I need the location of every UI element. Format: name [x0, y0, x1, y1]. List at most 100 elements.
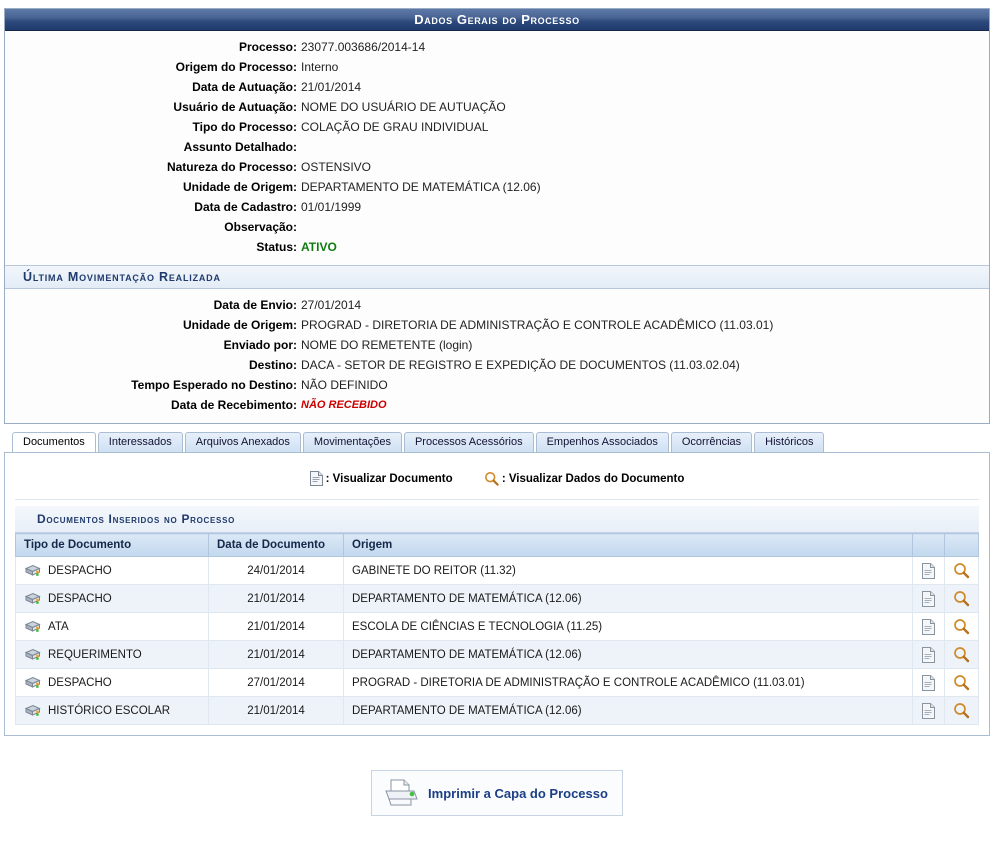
view-document-icon[interactable]: [922, 562, 935, 579]
view-document-data-icon[interactable]: [953, 618, 970, 635]
view-document-icon[interactable]: [922, 618, 935, 635]
action-view-document[interactable]: [912, 668, 945, 697]
general-data-value: 21/01/2014: [301, 80, 362, 94]
cell-tipo-documento-label: REQUERIMENTO: [48, 648, 142, 661]
general-data-label: Tipo do Processo:: [192, 120, 297, 134]
cell-tipo-documento: REQUERIMENTO: [15, 640, 209, 669]
scanner-icon: [24, 704, 41, 718]
cell-tipo-documento-label: ATA: [48, 620, 69, 633]
general-data-row: Observação:: [5, 217, 989, 237]
last-movement-value: PROGRAD - DIRETORIA DE ADMINISTRAÇÃO E C…: [301, 318, 774, 332]
magnifier-icon: [484, 471, 499, 486]
general-data-row: Processo: 23077.003686/2014-14: [5, 37, 989, 57]
general-data-label: Data de Autuação:: [192, 80, 297, 94]
tab-ocorrências[interactable]: Ocorrências: [670, 432, 753, 452]
action-view-document[interactable]: [912, 556, 945, 585]
last-movement-label: Destino:: [249, 358, 297, 372]
general-data-row: Origem do Processo: Interno: [5, 57, 989, 77]
general-data-row: Usuário de Autuação: NOME DO USUÁRIO DE A…: [5, 97, 989, 117]
general-data-label: Origem do Processo:: [175, 60, 297, 74]
column-header-view-doc: [912, 533, 945, 557]
scanner-icon: [24, 564, 41, 578]
table-row: DESPACHO 24/01/2014 GABINETE DO REITOR (11…: [15, 556, 979, 585]
view-document-icon[interactable]: [922, 674, 935, 691]
tab-panel-documentos: : Visualizar Documento : Visualizar Dado…: [4, 452, 990, 736]
cell-data-documento: 21/01/2014: [208, 640, 344, 669]
cell-tipo-documento: ATA: [15, 612, 209, 641]
view-document-icon[interactable]: [922, 646, 935, 663]
action-view-document[interactable]: [912, 584, 945, 613]
cell-data-documento: 21/01/2014: [208, 696, 344, 725]
last-movement-list: Data de Envio: 27/01/2014 Unidade de Orige…: [5, 289, 989, 423]
column-header-origem: Origem: [343, 533, 913, 557]
cell-origem: ESCOLA DE CIÊNCIAS E TECNOLOGIA (11.25): [343, 612, 913, 641]
tab-bar: Documentos Interessados Arquivos Anexados M…: [4, 432, 990, 452]
page-title: Dados Gerais do Processo: [5, 9, 989, 31]
cell-data-documento: 21/01/2014: [208, 584, 344, 613]
view-document-data-icon[interactable]: [953, 646, 970, 663]
cell-tipo-documento-label: DESPACHO: [48, 592, 112, 605]
tab-arquivos-anexados[interactable]: Arquivos Anexados: [184, 432, 301, 452]
last-movement-row: Destino: DACA - SETOR DE REGISTRO E EXPED…: [5, 355, 989, 375]
general-data-label: Unidade de Origem:: [182, 180, 297, 194]
legend-view-document: : Visualizar Documento: [309, 471, 453, 486]
tab-empenhos-associados[interactable]: Empenhos Associados: [535, 432, 669, 452]
general-data-value: 23077.003686/2014-14: [301, 40, 426, 54]
printer-icon: [382, 778, 418, 808]
action-view-document[interactable]: [912, 640, 945, 669]
view-document-icon[interactable]: [922, 702, 935, 719]
last-movement-label: Tempo Esperado no Destino:: [131, 378, 297, 392]
action-view-document[interactable]: [912, 696, 945, 725]
view-document-data-icon[interactable]: [953, 590, 970, 607]
tab-históricos[interactable]: Históricos: [754, 432, 825, 452]
action-view-document-data[interactable]: [944, 668, 979, 697]
print-cover-button[interactable]: Imprimir a Capa do Processo: [371, 770, 623, 816]
action-view-document-data[interactable]: [944, 696, 979, 725]
tab-processos-acessórios[interactable]: Processos Acessórios: [403, 432, 534, 452]
last-movement-value: DACA - SETOR DE REGISTRO E EXPEDIÇÃO DE …: [301, 358, 740, 372]
general-data-label: Usuário de Autuação:: [173, 100, 297, 114]
general-data-label: Processo:: [238, 40, 297, 54]
action-view-document-data[interactable]: [944, 640, 979, 669]
documents-section-title: Documentos Inseridos no Processo: [15, 506, 979, 533]
column-header-view-data: [944, 533, 979, 557]
view-document-data-icon[interactable]: [953, 702, 970, 719]
general-data-list: Processo: 23077.003686/2014-14 Origem do P…: [5, 31, 989, 265]
cell-data-documento: 24/01/2014: [208, 556, 344, 585]
general-data-value: 01/01/1999: [301, 200, 362, 214]
legend-view-document-label: : Visualizar Documento: [325, 472, 453, 485]
general-data-panel: Dados Gerais do Processo Processo: 23077.…: [4, 8, 990, 424]
tab-list: Documentos Interessados Arquivos Anexados M…: [4, 432, 990, 452]
cell-origem: PROGRAD - DIRETORIA DE ADMINISTRAÇÃO E C…: [343, 668, 913, 697]
print-cover-row: Imprimir a Capa do Processo: [0, 770, 994, 816]
general-data-row: Unidade de Origem: DEPARTAMENTO DE MATEMÁ…: [5, 177, 989, 197]
tab-interessados[interactable]: Interessados: [97, 432, 183, 452]
last-movement-value: 27/01/2014: [301, 298, 362, 312]
general-data-row: Natureza do Processo: OSTENSIVO: [5, 157, 989, 177]
cell-origem: GABINETE DO REITOR (11.32): [343, 556, 913, 585]
last-movement-row: Data de Envio: 27/01/2014: [5, 295, 989, 315]
process-details-page: Dados Gerais do Processo Processo: 23077.…: [0, 0, 994, 844]
cell-origem: DEPARTAMENTO DE MATEMÁTICA (12.06): [343, 696, 913, 725]
view-document-icon[interactable]: [922, 590, 935, 607]
last-movement-label: Unidade de Origem:: [182, 318, 297, 332]
scanner-icon: [24, 648, 41, 662]
last-movement-section-title: Última Movimentação Realizada: [5, 265, 989, 289]
action-view-document-data[interactable]: [944, 584, 979, 613]
cell-tipo-documento: DESPACHO: [15, 556, 209, 585]
action-view-document-data[interactable]: [944, 612, 979, 641]
cell-tipo-documento: DESPACHO: [15, 668, 209, 697]
view-document-data-icon[interactable]: [953, 674, 970, 691]
general-data-row: Tipo do Processo: COLAÇÃO DE GRAU INDIVID…: [5, 117, 989, 137]
last-movement-row: Data de Recebimento: NÃO RECEBIDO: [5, 395, 989, 415]
cell-tipo-documento-label: DESPACHO: [48, 564, 112, 577]
action-view-document-data[interactable]: [944, 556, 979, 585]
action-view-document[interactable]: [912, 612, 945, 641]
documents-table: Tipo de Documento Data de Documento Orig…: [15, 533, 979, 725]
legend-view-document-data: : Visualizar Dados do Documento: [484, 471, 684, 486]
general-data-value: Interno: [301, 60, 339, 74]
tab-documentos[interactable]: Documentos: [12, 432, 96, 452]
tab-movimentações[interactable]: Movimentações: [302, 432, 402, 452]
view-document-data-icon[interactable]: [953, 562, 970, 579]
last-movement-row: Enviado por: NOME DO REMETENTE (login): [5, 335, 989, 355]
